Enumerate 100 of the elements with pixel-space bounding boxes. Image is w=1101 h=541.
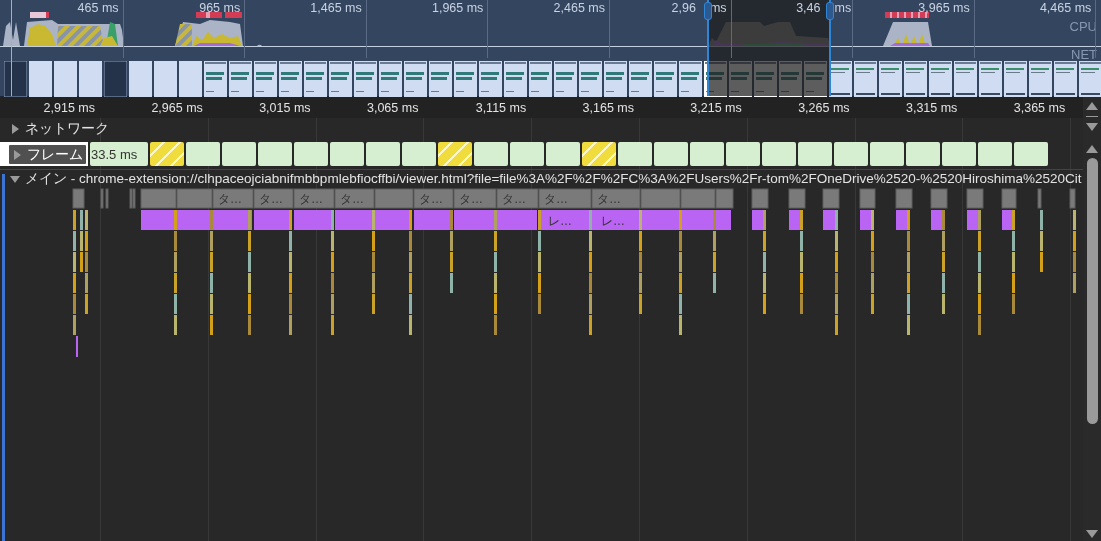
task-bar[interactable]: タ… <box>293 188 335 209</box>
frame-bar[interactable] <box>294 142 328 166</box>
function-bar[interactable] <box>335 210 373 230</box>
task-bar[interactable] <box>140 188 177 209</box>
function-bar[interactable] <box>254 210 292 230</box>
time-label: 1,965 ms <box>431 1 484 15</box>
track-header[interactable]: ネットワーク <box>0 119 109 138</box>
range-handle[interactable] <box>707 0 709 96</box>
frame-bar[interactable] <box>366 142 400 166</box>
scroll-up-icon[interactable] <box>1086 144 1098 154</box>
function-bar[interactable]: レ… <box>539 210 590 230</box>
scroll-up-icon[interactable] <box>1086 101 1098 111</box>
task-bar[interactable] <box>715 188 734 209</box>
task-bar[interactable] <box>72 188 85 209</box>
function-bar[interactable] <box>497 210 537 230</box>
frame-bar[interactable] <box>258 142 292 166</box>
time-label: 1,465 ms <box>310 1 362 15</box>
frame-bar[interactable] <box>654 142 688 166</box>
task-bar[interactable] <box>100 188 104 209</box>
task-bar[interactable]: タ… <box>496 188 539 209</box>
function-bar[interactable] <box>213 210 252 230</box>
time-label: ms <box>834 1 852 15</box>
track-label: NET <box>1071 47 1097 62</box>
track-header[interactable]: メイン - chrome-extension://clhpaceojciabnifmbbpmlebfiocffbi/viewer.html?file=file%3A%2F%2F%2FC%3A%2FUsers%2Fr-tom%2FOneDrive%2520-%2520Hiroshima%2520Cit <box>0 169 1082 188</box>
frame-bar[interactable] <box>690 142 724 166</box>
function-bar[interactable] <box>294 210 333 230</box>
frame-bar[interactable] <box>402 142 436 166</box>
frame-bar[interactable] <box>150 142 184 166</box>
frame-bar[interactable] <box>546 142 580 166</box>
task-bar[interactable] <box>751 188 769 209</box>
frame-bar[interactable] <box>942 142 976 166</box>
frame-bar[interactable] <box>618 142 652 166</box>
function-bar[interactable] <box>716 210 731 230</box>
function-bar[interactable]: レ… <box>592 210 639 230</box>
time-label: 2,915 ms <box>43 100 95 115</box>
frame-bar[interactable] <box>906 142 940 166</box>
task-bar[interactable] <box>895 188 913 209</box>
time-label: 3,265 ms <box>798 100 850 115</box>
task-bar[interactable]: タ… <box>334 188 375 209</box>
frame-bar[interactable] <box>582 142 616 166</box>
function-bar[interactable] <box>414 210 452 230</box>
function-bar[interactable] <box>141 210 175 230</box>
frame-bar[interactable]: 33.5 ms <box>90 142 148 166</box>
scroll-down-icon[interactable] <box>1086 122 1098 132</box>
time-label: 3,065 ms <box>366 100 419 115</box>
long-task-marker <box>196 12 222 18</box>
long-task-marker <box>225 12 242 18</box>
frame-bar[interactable] <box>726 142 760 166</box>
frame-bar[interactable] <box>330 142 364 166</box>
time-label: 3,46 <box>796 1 821 15</box>
time-label: 2,465 ms <box>553 1 605 15</box>
frame-bar[interactable] <box>834 142 868 166</box>
frame-bar[interactable] <box>438 142 472 166</box>
task-bar[interactable] <box>374 188 414 209</box>
scroll-down-icon[interactable] <box>1086 529 1098 539</box>
function-bar[interactable] <box>177 210 211 230</box>
task-bar[interactable] <box>176 188 213 209</box>
time-label: 465 ms <box>77 1 119 15</box>
range-handle[interactable] <box>829 0 831 96</box>
task-bar[interactable] <box>859 188 876 209</box>
time-label: 3,015 ms <box>259 100 311 115</box>
time-label: 3,115 ms <box>475 100 527 115</box>
task-bar[interactable] <box>1069 188 1076 209</box>
frame-bar[interactable] <box>978 142 1012 166</box>
task-bar[interactable] <box>966 188 984 209</box>
task-bar[interactable]: タ… <box>538 188 592 209</box>
frame-bar[interactable] <box>1014 142 1048 166</box>
task-bar[interactable] <box>129 188 133 209</box>
time-label: 4,465 ms <box>1039 1 1092 15</box>
frame-bar[interactable] <box>870 142 904 166</box>
frame-bar[interactable] <box>222 142 256 166</box>
task-bar[interactable] <box>640 188 681 209</box>
task-bar[interactable] <box>788 188 806 209</box>
task-bar[interactable]: タ… <box>591 188 641 209</box>
task-bar[interactable]: タ… <box>413 188 454 209</box>
task-bar[interactable]: タ… <box>453 188 497 209</box>
frame-bar[interactable] <box>762 142 796 166</box>
task-bar[interactable] <box>930 188 948 209</box>
time-label: 2,965 ms <box>151 100 203 115</box>
long-task-marker <box>30 12 49 18</box>
task-bar[interactable] <box>822 188 840 209</box>
task-bar[interactable] <box>105 188 109 209</box>
time-label: 3,215 ms <box>690 100 742 115</box>
task-bar[interactable] <box>1001 188 1017 209</box>
function-bar[interactable] <box>641 210 679 230</box>
task-bar[interactable]: タ… <box>212 188 254 209</box>
task-bar[interactable] <box>132 188 136 209</box>
function-bar[interactable] <box>454 210 495 230</box>
task-bar[interactable] <box>680 188 716 209</box>
task-bar[interactable] <box>1037 188 1042 209</box>
frame-bar[interactable] <box>798 142 832 166</box>
time-label: 3,365 ms <box>1013 100 1066 115</box>
time-label: 3,315 ms <box>905 100 958 115</box>
frame-bar[interactable] <box>186 142 220 166</box>
time-label: 965 ms <box>199 1 241 15</box>
frame-bar[interactable] <box>474 142 508 166</box>
scrollbar-thumb[interactable] <box>1086 158 1098 424</box>
task-bar[interactable]: タ… <box>253 188 294 209</box>
track-header[interactable]: フレーム <box>9 145 86 164</box>
frame-bar[interactable] <box>510 142 544 166</box>
